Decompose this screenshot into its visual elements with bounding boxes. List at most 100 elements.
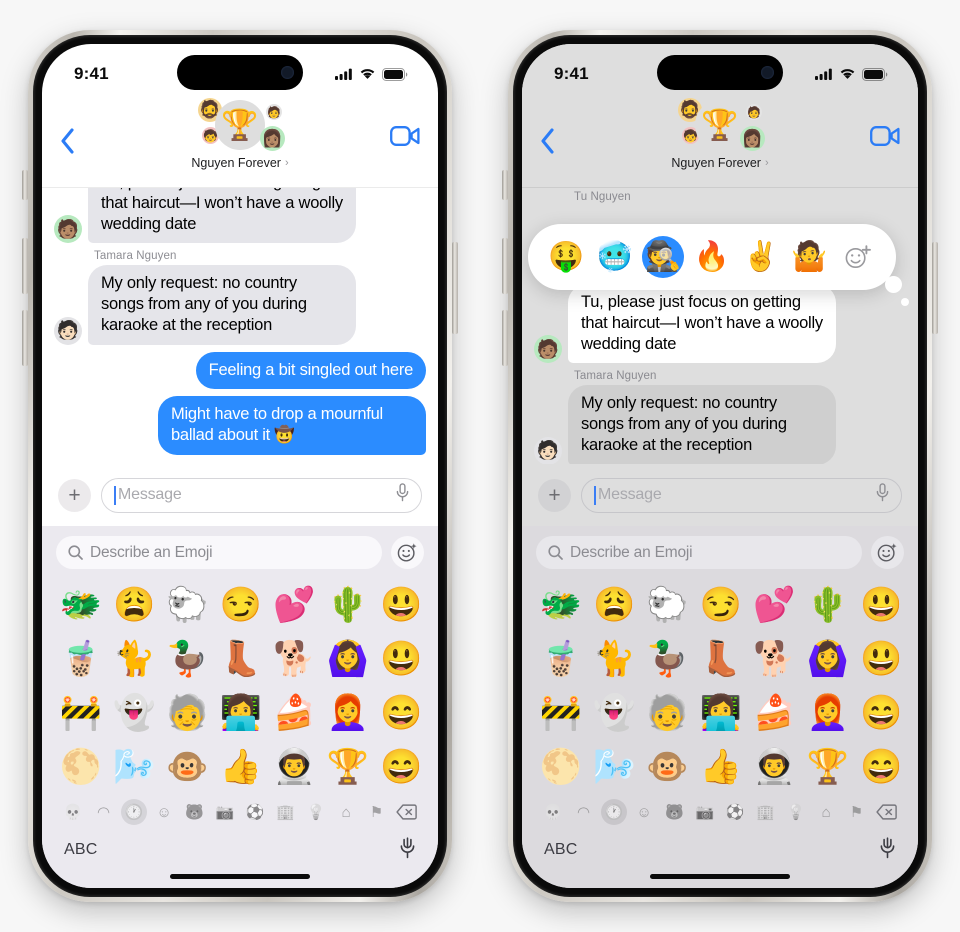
- emoji-key[interactable]: 🦆: [161, 632, 214, 686]
- message-input[interactable]: Message: [101, 477, 422, 513]
- volume-up-button[interactable]: [22, 238, 28, 294]
- emoji-key[interactable]: 😩: [107, 578, 160, 632]
- emoji-category-travel-and-places[interactable]: 🏢: [270, 799, 300, 825]
- power-button[interactable]: [452, 242, 458, 334]
- emoji-category-recents-frequently-used[interactable]: 💀: [538, 799, 568, 825]
- emoji-category-smileys-and-people[interactable]: ☺: [629, 799, 659, 825]
- emoji-category-animals-and-nature[interactable]: 🐻: [179, 799, 209, 825]
- emoji-search-input[interactable]: Describe an Emoji: [56, 536, 382, 569]
- attachments-plus-button[interactable]: +: [538, 478, 571, 512]
- emoji-key[interactable]: 💕: [268, 578, 321, 632]
- message-bubble[interactable]: Tu, please just focus on getting that ha…: [88, 188, 356, 244]
- message-row[interactable]: Feeling a bit singled out here: [54, 351, 426, 390]
- emoji-key[interactable]: 😄: [855, 740, 908, 794]
- emoji-grid[interactable]: 🐲 😩 🐑 😏 💕 🌵 😃 🧋 🐈 🦆 👢 🐕 🙆‍♀️ 😃 🚧 👻 🧓 👩‍💻 🍰 👩‍🦰 😄 🌕 🌬️ 🐵 👍 👨‍🚀 🏆 😄: [42, 576, 438, 794]
- emoji-search-input[interactable]: Describe an Emoji: [536, 536, 862, 569]
- emoji-key[interactable]: 🧓: [641, 686, 694, 740]
- emoji-key[interactable]: 💕: [748, 578, 801, 632]
- emoji-key[interactable]: 🌵: [321, 578, 374, 632]
- emoji-key[interactable]: 🍰: [748, 686, 801, 740]
- emoji-category-bar[interactable]: 💀 ◠ 🕐 ☺ 🐻 📷 ⚽ 🏢 💡 ⌂ ⚑: [42, 794, 438, 828]
- emoji-key[interactable]: 👩‍💻: [214, 686, 267, 740]
- emoji-key[interactable]: 👨‍🚀: [268, 740, 321, 794]
- emoji-category-activity[interactable]: ⚽: [240, 799, 270, 825]
- tapback-option-4[interactable]: ✌️: [740, 236, 782, 278]
- emoji-key[interactable]: 🧋: [534, 632, 587, 686]
- emoji-key[interactable]: 🐲: [534, 578, 587, 632]
- emoji-category-recents-frequently-used[interactable]: 💀: [58, 799, 88, 825]
- emoji-key[interactable]: 🐑: [161, 578, 214, 632]
- emoji-key[interactable]: 😄: [375, 740, 428, 794]
- emoji-key[interactable]: 😄: [375, 686, 428, 740]
- emoji-key[interactable]: 🚧: [54, 686, 107, 740]
- emoji-category-travel-and-places[interactable]: 🏢: [750, 799, 780, 825]
- message-input[interactable]: Message: [581, 477, 902, 513]
- emoji-key[interactable]: 👍: [694, 740, 747, 794]
- emoji-category-stickers[interactable]: ◠: [568, 799, 598, 825]
- message-row[interactable]: Might have to drop a mournful ballad abo…: [54, 396, 426, 456]
- group-identity[interactable]: 🧔 🧒 🏆 🧑 👩🏽 Nguyen Forever ›: [522, 98, 918, 170]
- emoji-key[interactable]: 🏆: [321, 740, 374, 794]
- emoji-key[interactable]: 🌬️: [587, 740, 640, 794]
- emoji-key[interactable]: 🧋: [54, 632, 107, 686]
- emoji-key[interactable]: 🐑: [641, 578, 694, 632]
- tapback-option-5[interactable]: 🤷: [788, 236, 830, 278]
- abc-key[interactable]: ABC: [544, 841, 578, 859]
- emoji-category-clock-recents[interactable]: 🕐: [119, 799, 149, 825]
- emoji-category-flags[interactable]: ⚑: [841, 799, 871, 825]
- emoji-key[interactable]: 🐕: [268, 632, 321, 686]
- emoji-category-bar[interactable]: 💀 ◠ 🕐 ☺ 🐻 📷 ⚽ 🏢 💡 ⌂ ⚑: [522, 794, 918, 828]
- emoji-key[interactable]: 🧓: [161, 686, 214, 740]
- emoji-key[interactable]: 🌕: [534, 740, 587, 794]
- genmoji-button[interactable]: [391, 536, 424, 569]
- attachments-plus-button[interactable]: +: [58, 478, 91, 512]
- emoji-key[interactable]: 🏆: [801, 740, 854, 794]
- emoji-key[interactable]: 🐲: [54, 578, 107, 632]
- emoji-key[interactable]: 😏: [694, 578, 747, 632]
- emoji-key[interactable]: 😃: [375, 578, 428, 632]
- mic-icon[interactable]: [876, 483, 889, 507]
- emoji-key[interactable]: 👩‍💻: [694, 686, 747, 740]
- volume-down-button[interactable]: [502, 310, 508, 366]
- delete-backspace-key[interactable]: [872, 799, 902, 825]
- emoji-key[interactable]: 🐵: [161, 740, 214, 794]
- action-button[interactable]: [22, 170, 28, 200]
- tapback-reaction-picker[interactable]: 🤑 🥶 🕵️ 🔥 ✌️ 🤷: [528, 224, 896, 290]
- message-row[interactable]: 🧑🏻 My only request: no country songs from…: [534, 385, 906, 464]
- message-row[interactable]: 🧑🏽Tu, please just focus on getting that …: [534, 284, 906, 364]
- emoji-key[interactable]: 😃: [855, 632, 908, 686]
- emoji-key[interactable]: 🐈: [107, 632, 160, 686]
- tapback-option-0[interactable]: 🤑: [545, 236, 587, 278]
- emoji-key[interactable]: 🦆: [641, 632, 694, 686]
- emoji-key[interactable]: 😏: [214, 578, 267, 632]
- message-row[interactable]: 🧑🏻 My only request: no country songs from…: [54, 265, 426, 345]
- emoji-key[interactable]: 😃: [375, 632, 428, 686]
- mic-icon[interactable]: [396, 483, 409, 507]
- emoji-category-animals-and-nature[interactable]: 🐻: [659, 799, 689, 825]
- emoji-key[interactable]: 😃: [855, 578, 908, 632]
- emoji-category-objects[interactable]: 💡: [301, 799, 331, 825]
- delete-backspace-key[interactable]: [392, 799, 422, 825]
- emoji-key[interactable]: 👻: [587, 686, 640, 740]
- tapback-add-emoji-button[interactable]: [837, 236, 879, 278]
- volume-down-button[interactable]: [22, 310, 28, 366]
- emoji-key[interactable]: 👩‍🦰: [321, 686, 374, 740]
- emoji-key[interactable]: 🍰: [268, 686, 321, 740]
- emoji-category-food-and-drink[interactable]: 📷: [690, 799, 720, 825]
- emoji-key[interactable]: 🐵: [641, 740, 694, 794]
- dictation-mic-icon[interactable]: [879, 836, 896, 864]
- emoji-key[interactable]: 🌵: [801, 578, 854, 632]
- power-button[interactable]: [932, 242, 938, 334]
- emoji-key[interactable]: 🐈: [587, 632, 640, 686]
- emoji-category-symbols[interactable]: ⌂: [331, 799, 361, 825]
- emoji-category-activity[interactable]: ⚽: [720, 799, 750, 825]
- emoji-category-food-and-drink[interactable]: 📷: [210, 799, 240, 825]
- message-thread-right[interactable]: Tu Nguyen 🤑 🥶 🕵️ 🔥 ✌️ 🤷 🧑🏽 Tu, please just foc…: [522, 188, 918, 464]
- message-bubble[interactable]: Might have to drop a mournful ballad abo…: [158, 396, 426, 456]
- tapback-option-2[interactable]: 🕵️: [642, 236, 685, 278]
- emoji-key[interactable]: 👢: [694, 632, 747, 686]
- emoji-key[interactable]: 😩: [587, 578, 640, 632]
- group-identity[interactable]: 🧔 🧒 🏆 🧑 👩🏽 Nguyen Forever ›: [42, 98, 438, 170]
- message-row[interactable]: 🧑🏽Tu, please just focus on getting that …: [54, 188, 426, 244]
- emoji-key[interactable]: 🌬️: [107, 740, 160, 794]
